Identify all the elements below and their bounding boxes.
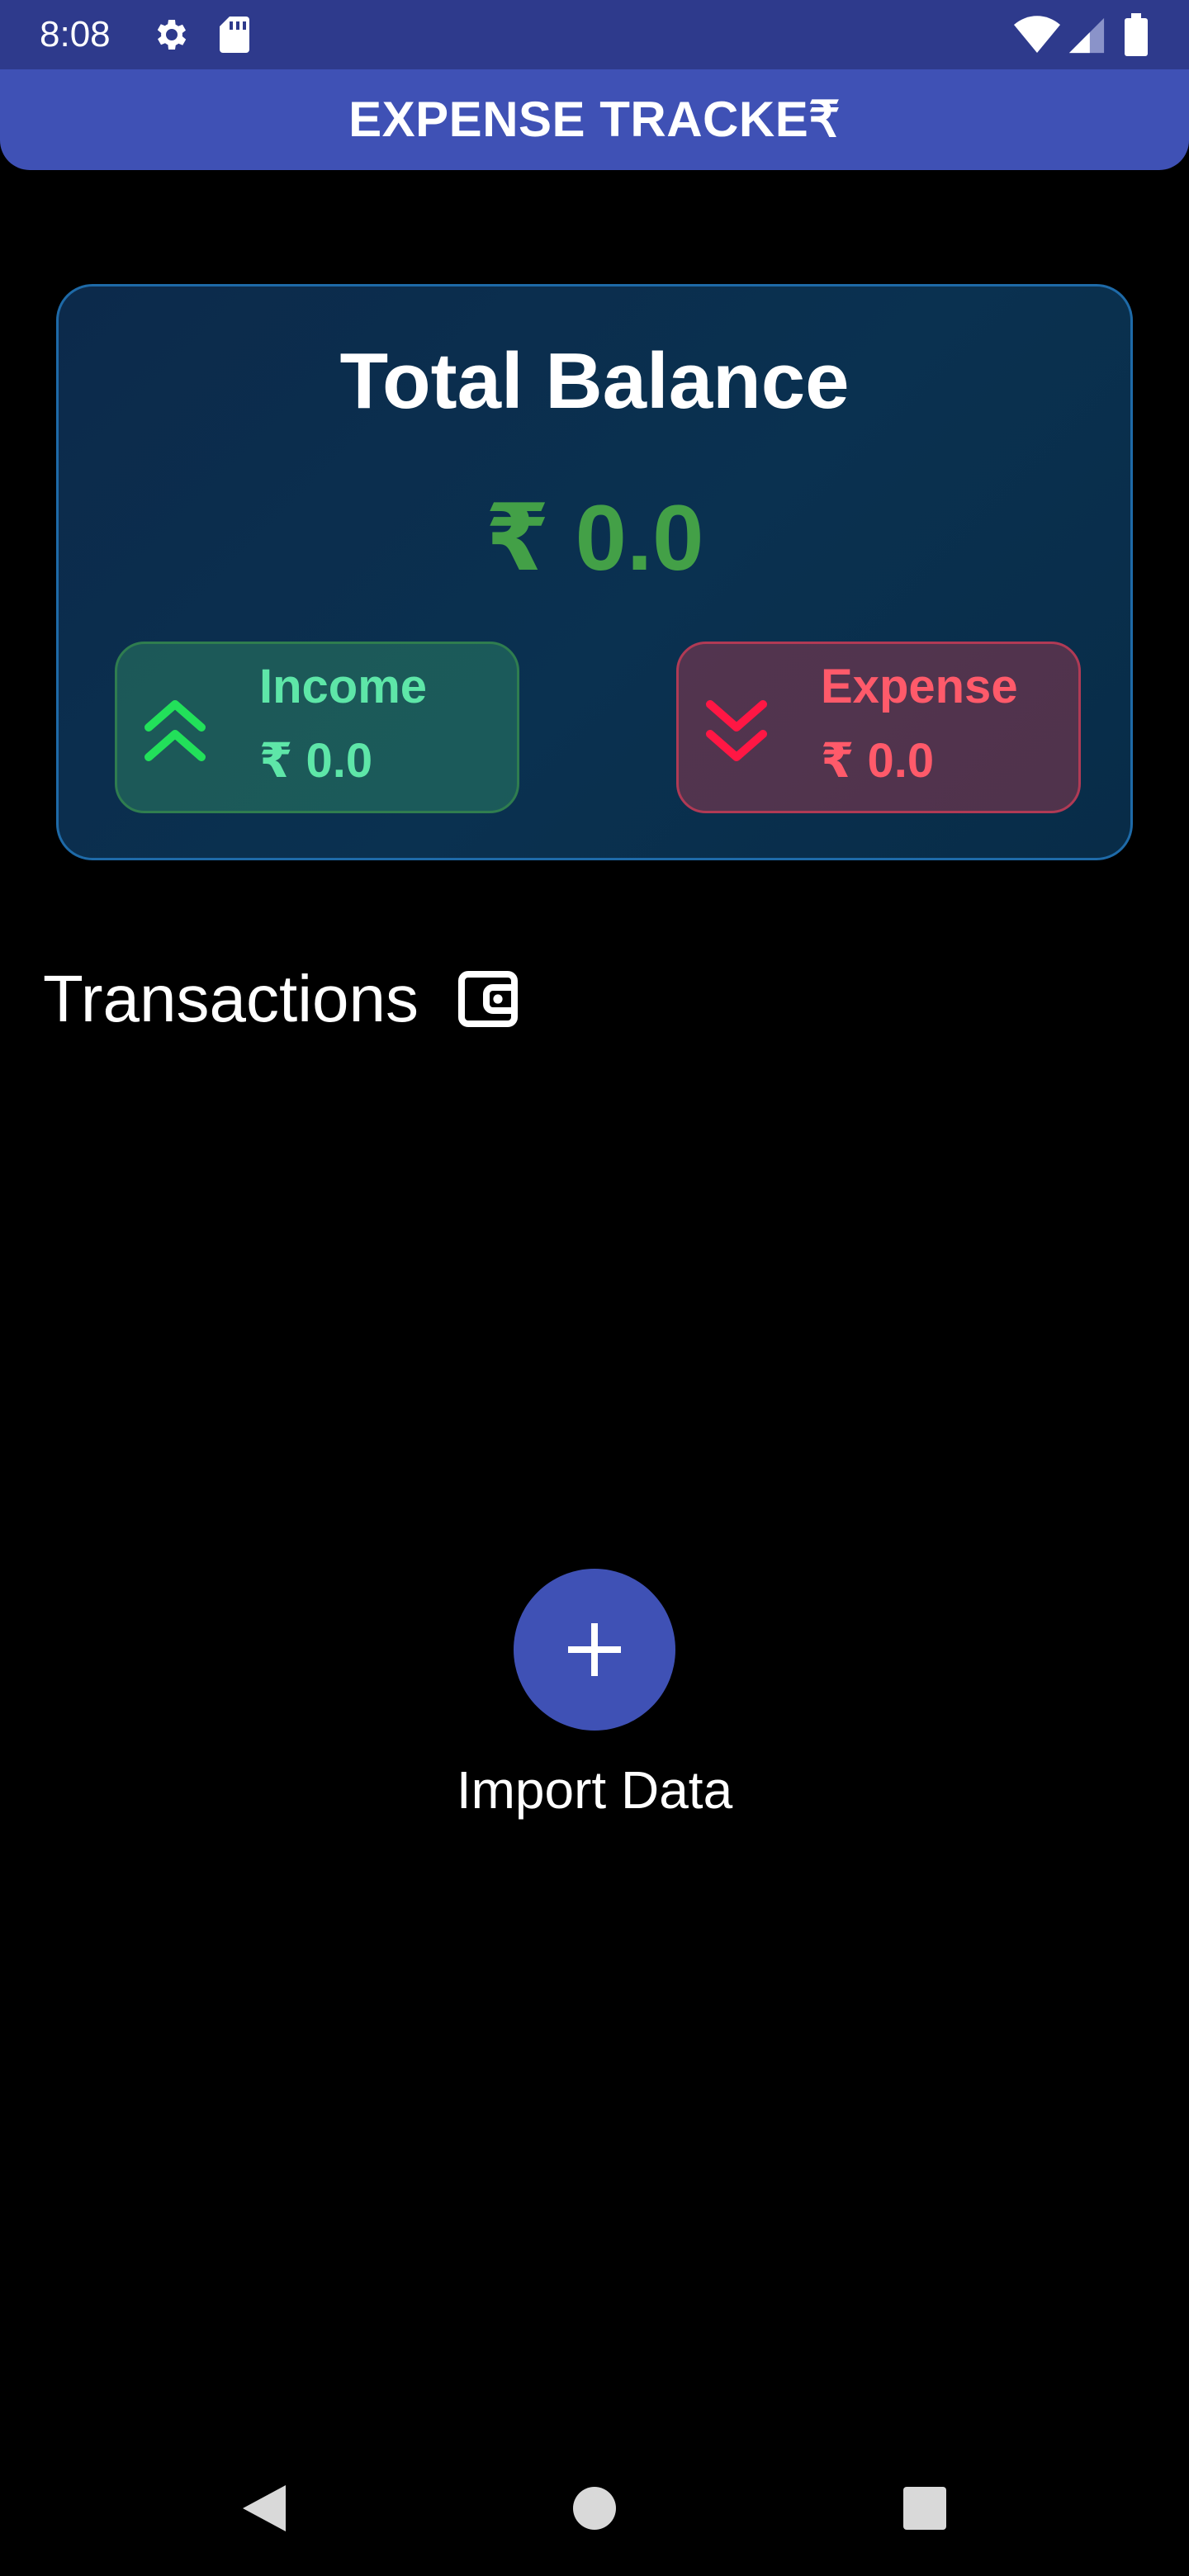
recent-apps-icon[interactable] bbox=[902, 2485, 948, 2531]
app-bar: EXPENSE TRACKE₹ bbox=[0, 69, 1189, 170]
income-value: ₹ 0.0 bbox=[259, 734, 373, 788]
wifi-icon bbox=[1014, 16, 1060, 53]
battery-icon bbox=[1125, 13, 1148, 56]
app-title: EXPENSE TRACKE₹ bbox=[348, 92, 841, 147]
gear-icon bbox=[157, 20, 187, 50]
status-time: 8:08 bbox=[40, 14, 111, 54]
transactions-title: Transactions bbox=[43, 962, 419, 1035]
income-label: Income bbox=[259, 660, 428, 713]
expense-label: Expense bbox=[821, 660, 1018, 713]
home-icon[interactable] bbox=[571, 2485, 618, 2531]
income-summary: Income ₹ 0.0 bbox=[115, 642, 519, 813]
balance-amount: ₹ 0.0 bbox=[485, 486, 704, 590]
plus-icon bbox=[568, 1623, 621, 1676]
sd-card-icon bbox=[220, 17, 249, 53]
balance-title: Total Balance bbox=[339, 337, 850, 425]
double-chevron-down-icon bbox=[706, 700, 767, 761]
status-bar: 8:08 bbox=[0, 0, 1189, 69]
back-icon[interactable] bbox=[239, 2482, 289, 2535]
app-screen: 8:08 EXPENSE TRACKE₹ Total Balance ₹ 0.0 bbox=[0, 0, 1189, 2576]
import-data-button[interactable] bbox=[514, 1569, 675, 1731]
double-chevron-up-icon bbox=[144, 700, 206, 761]
expense-summary: Expense ₹ 0.0 bbox=[676, 642, 1081, 813]
signal-icon bbox=[1068, 17, 1105, 54]
balance-card: Total Balance ₹ 0.0 Income ₹ 0.0 Expense… bbox=[56, 284, 1133, 860]
import-data-label: Import Data bbox=[456, 1760, 733, 1820]
transactions-header: Transactions bbox=[43, 958, 519, 1040]
wallet-icon bbox=[458, 971, 518, 1027]
expense-value: ₹ 0.0 bbox=[821, 734, 935, 788]
